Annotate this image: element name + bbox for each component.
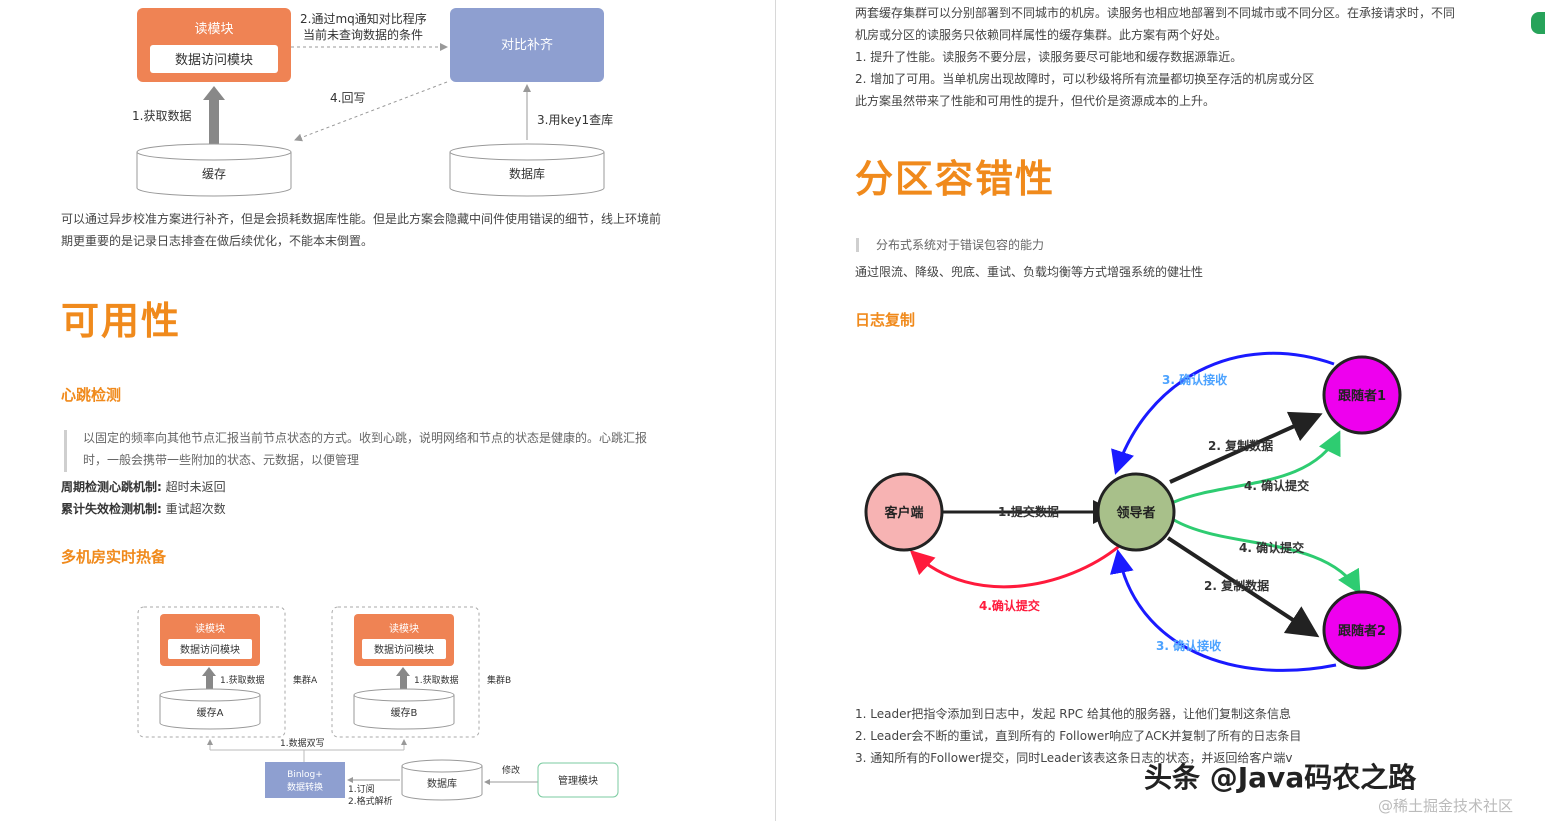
ack-commit-label-1: 4. 确认提交 xyxy=(1244,478,1309,493)
partition-quote: 分布式系统对于错误包容的能力 xyxy=(876,238,1045,252)
left-page: 读模块 数据访问模块 对比补齐 2.通过mq通知对比程序 当前未查询数据的条件 … xyxy=(0,0,775,821)
data-access-a-label: 数据访问模块 xyxy=(180,643,240,656)
heading-partition-tolerance: 分区容错性 xyxy=(855,157,1056,201)
db-label: 数据库 xyxy=(509,166,545,181)
db-cylinder: 数据库 xyxy=(449,143,605,197)
cache-a-label: 缓存A xyxy=(197,706,224,719)
quote-bar xyxy=(64,430,67,472)
commit-to-client-arrow xyxy=(909,540,1126,589)
step1-arrow-head xyxy=(203,86,225,100)
heartbeat-quote-line2: 时，一般会携带一些附加的状态、元数据，以便管理 xyxy=(83,453,360,467)
read-module-a-label: 读模块 xyxy=(195,622,225,635)
step2-label-1: 2.通过mq通知对比程序 xyxy=(300,11,427,26)
heading-log-replication: 日志复制 xyxy=(855,311,916,329)
follower2-label: 跟随者2 xyxy=(1338,623,1386,639)
right-intro-line2: 机房或分区的读服务只依赖同样属性的缓存集群。此方案有两个好处。 xyxy=(855,28,1228,42)
subscribe-label: 1.订阅 xyxy=(348,784,375,795)
step1-arrow-shaft xyxy=(209,98,219,150)
get-data-b-label: 1.获取数据 xyxy=(414,674,459,686)
step1-label: 1.获取数据 xyxy=(132,108,191,123)
periodic-value: 超时未返回 xyxy=(165,480,226,494)
step4-arrow xyxy=(294,81,448,142)
data-access-b-label: 数据访问模块 xyxy=(374,643,434,656)
client-label: 客户端 xyxy=(884,505,923,521)
watermark-juejin: @稀土掘金技术社区 xyxy=(1378,797,1514,815)
step4-label: 4.回写 xyxy=(330,91,365,105)
right-intro: 两套缓存集群可以分别部署到不同城市的机房。读服务也相应地部署到不同城市或不同分区… xyxy=(855,2,1515,112)
cumulative-check-line: 累计失效检测机制: 重试超次数 xyxy=(61,498,226,520)
cluster-b-label: 集群B xyxy=(487,674,511,686)
heartbeat-quote: 以固定的频率向其他节点汇报当前节点状态的方式。收到心跳，说明网络和节点的状态是健… xyxy=(83,427,703,471)
compare-label: 对比补齐 xyxy=(501,37,553,53)
commit-to-client-label: 4.确认提交 xyxy=(979,598,1040,613)
multi-dc-diagram: 读模块 数据访问模块 读模块 数据访问模块 1.获取数据 1.获取数据 集群A … xyxy=(137,606,619,807)
ack-recv-label-1: 3. 确认接收 xyxy=(1162,372,1227,387)
log-replication-diagram: 1.提交数据 4.确认提交 2. 复制数据 2. 复制数据 3. 确认接收 3.… xyxy=(864,351,1402,672)
db2-label: 数据库 xyxy=(427,777,457,790)
double-write-label: 1.数据双写 xyxy=(280,737,325,749)
get-data-a-label: 1.获取数据 xyxy=(220,674,265,686)
cache-cylinder: 缓存 xyxy=(136,143,292,197)
paragraph-async: 可以通过异步校准方案进行补齐，但是会损耗数据库性能。但是此方案会隐藏中间件使用错… xyxy=(61,208,701,252)
copy-label-1: 2. 复制数据 xyxy=(1208,438,1273,453)
replication-step-2: 2. Leader会不断的重试，直到所有的 Follower响应了ACK并复制了… xyxy=(855,729,1302,743)
submit-label: 1.提交数据 xyxy=(998,504,1059,519)
parse-label: 2.格式解析 xyxy=(348,795,393,807)
heading-multi-dc: 多机房实时热备 xyxy=(61,548,167,566)
periodic-check-line: 周期检测心跳机制: 超时未返回 xyxy=(61,476,226,498)
right-intro-line3: 1. 提升了性能。读服务不要分层，读服务要尽可能地和缓存数据源靠近。 xyxy=(855,50,1243,64)
modify-label: 修改 xyxy=(502,764,520,776)
right-intro-line4: 2. 增加了可用。当单机房出现故障时，可以秒级将所有流量都切换至存活的机房或分区 xyxy=(855,72,1315,86)
watermark-toutiao: 头条 @Java码农之路 xyxy=(1144,761,1417,794)
cluster-a-label: 集群A xyxy=(293,674,318,686)
right-intro-line1: 两套缓存集群可以分别部署到不同城市的机房。读服务也相应地部署到不同城市或不同分区… xyxy=(855,6,1456,20)
heartbeat-quote-line1: 以固定的频率向其他节点汇报当前节点状态的方式。收到心跳，说明网络和节点的状态是健… xyxy=(83,431,648,445)
cumulative-value: 重试超次数 xyxy=(165,502,226,516)
paragraph-async-line2: 期更重要的是记录日志排查在做后续优化，不能本末倒置。 xyxy=(61,234,374,248)
binlog-label-1: Binlog+ xyxy=(287,770,323,780)
ack-recv-label-2: 3. 确认接收 xyxy=(1156,638,1221,653)
side-badge-icon[interactable] xyxy=(1531,12,1545,34)
heading-availability: 可用性 xyxy=(61,299,182,343)
cumulative-label: 累计失效检测机制: xyxy=(61,502,162,516)
right-intro-line5: 此方案虽然带来了性能和可用性的提升，但代价是资源成本的上升。 xyxy=(855,94,1216,108)
step2-label-2: 当前未查询数据的条件 xyxy=(303,27,423,42)
partition-description: 通过限流、降级、兜底、重试、负载均衡等方式增强系统的健壮性 xyxy=(855,265,1204,279)
admin-label: 管理模块 xyxy=(558,774,598,787)
binlog-label-2: 数据转换 xyxy=(287,781,323,793)
cache-b-label: 缓存B xyxy=(391,706,418,719)
read-module-label: 读模块 xyxy=(194,22,233,37)
ack-recv-arrow-1 xyxy=(1111,351,1335,475)
paragraph-async-line1: 可以通过异步校准方案进行补齐，但是会损耗数据库性能。但是此方案会隐藏中间件使用错… xyxy=(61,212,662,226)
follower1-label: 跟随者1 xyxy=(1338,388,1386,404)
cache-compare-diagram: 读模块 数据访问模块 对比补齐 2.通过mq通知对比程序 当前未查询数据的条件 … xyxy=(132,8,613,197)
ack-commit-label-2: 4. 确认提交 xyxy=(1239,540,1304,555)
periodic-label: 周期检测心跳机制: xyxy=(61,480,162,494)
data-access-label: 数据访问模块 xyxy=(175,53,253,68)
heading-heartbeat: 心跳检测 xyxy=(61,386,122,404)
leader-label: 领导者 xyxy=(1116,505,1155,521)
read-module-b-label: 读模块 xyxy=(389,622,419,635)
cache-label: 缓存 xyxy=(202,167,226,181)
step3-label: 3.用key1查库 xyxy=(537,112,613,127)
quote-bar-right xyxy=(856,238,859,252)
right-page: 两套缓存集群可以分别部署到不同城市的机房。读服务也相应地部署到不同城市或不同分区… xyxy=(776,0,1545,821)
replication-step-1: 1. Leader把指令添加到日志中，发起 RPC 给其他的服务器，让他们复制这… xyxy=(855,707,1291,721)
copy-label-2: 2. 复制数据 xyxy=(1204,578,1269,593)
ack-recv-arrow-2 xyxy=(1110,549,1337,672)
